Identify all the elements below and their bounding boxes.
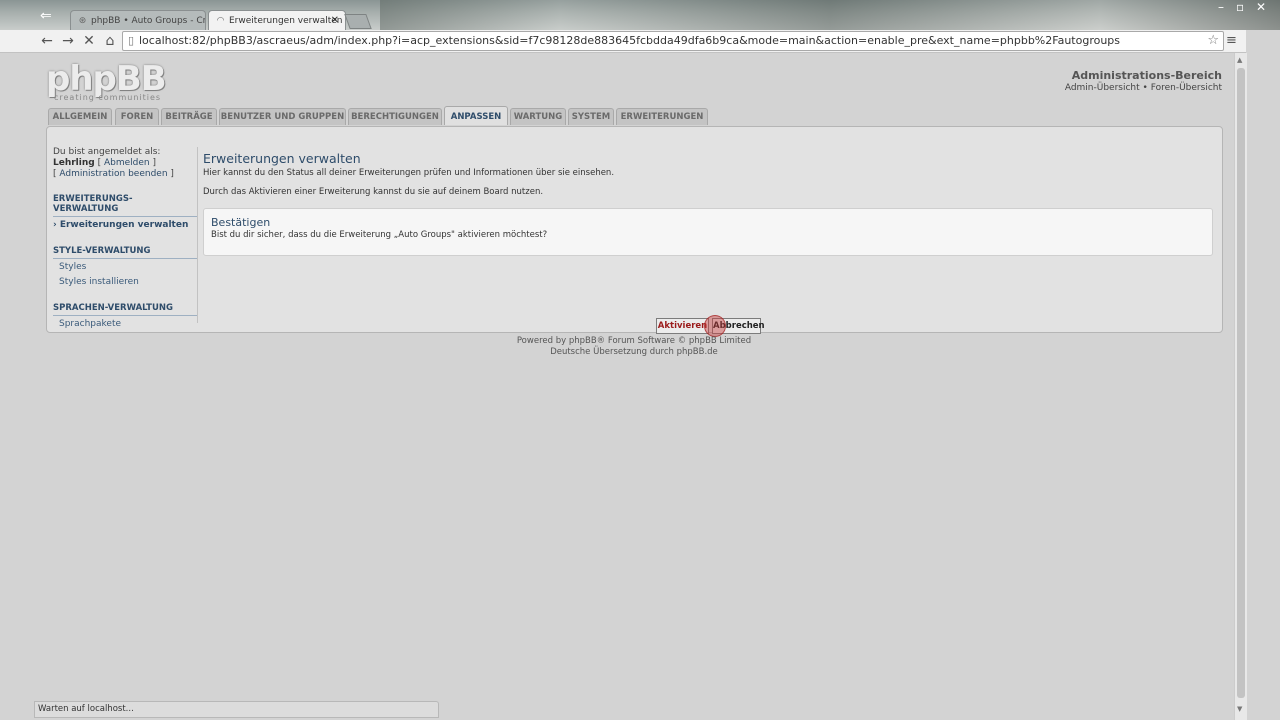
exit-admin-link[interactable]: Administration beenden: [59, 169, 167, 179]
sidebar-item-styles-installieren[interactable]: Styles installieren: [53, 274, 197, 289]
browser-toolbar: ← → ✕ ⌂ ▯ localhost:82/phpBB3/ascraeus/ad…: [0, 30, 1246, 53]
mouse-cursor-highlight: [704, 315, 726, 337]
scrollbar-thumb[interactable]: [1237, 68, 1245, 698]
stop-loading-icon[interactable]: ✕: [80, 32, 98, 50]
tab-foren[interactable]: FOREN: [115, 108, 159, 125]
browser-status-bar: Warten auf localhost...: [34, 701, 439, 718]
back-arrow-icon[interactable]: ←: [38, 32, 56, 50]
maximize-icon[interactable]: ▫: [1236, 0, 1244, 14]
confirm-box: Bestätigen Bist du dir sicher, dass du d…: [203, 208, 1213, 256]
forum-overview-link[interactable]: Foren-Übersicht: [1151, 83, 1222, 93]
intro-text-2: Durch das Aktivieren einer Erweiterung k…: [203, 187, 544, 197]
login-info: Du bist angemeldet als: Lehrling [ Abmel…: [53, 147, 197, 180]
loading-spinner-icon: ◠: [216, 16, 225, 26]
browser-back-history-icon[interactable]: ⇐: [40, 8, 62, 24]
admin-header-links: Admin-Übersicht • Foren-Übersicht: [1065, 83, 1222, 93]
footer-translation: Deutsche Übersetzung durch phpBB.de: [550, 347, 718, 357]
page-footer: Powered by phpBB® Forum Software © phpBB…: [34, 336, 1234, 358]
page-left-margin: [0, 53, 34, 720]
admin-area-title: Administrations-Bereich: [1071, 69, 1222, 82]
logo-tagline: creating communities: [54, 93, 162, 102]
confirm-title: Bestätigen: [211, 216, 271, 229]
url-text: localhost:82/phpBB3/ascraeus/adm/index.p…: [139, 34, 1121, 47]
tab-erweiterungen[interactable]: ERWEITERUNGEN: [616, 108, 708, 125]
browser-tab-phpbb-auto-groups[interactable]: ⊛ phpBB • Auto Groups - Cr: [70, 10, 206, 31]
tab-benutzer-und-gruppen[interactable]: BENUTZER UND GRUPPEN: [219, 108, 346, 125]
tab-beitraege[interactable]: BEITRÄGE: [161, 108, 217, 125]
tab-favicon-icon: ⊛: [78, 16, 87, 26]
sidebar-item-styles[interactable]: Styles: [53, 259, 197, 274]
tab-wartung[interactable]: WARTUNG: [510, 108, 566, 125]
tab-close-icon[interactable]: ✕: [331, 11, 339, 31]
logout-link[interactable]: Abmelden: [104, 158, 150, 168]
sidebar-divider: [197, 147, 198, 323]
acp-page: phpBB creating communities Administratio…: [34, 53, 1234, 720]
footer-powered-by: Powered by phpBB® Forum Software © phpBB…: [516, 336, 752, 346]
browser-tab-erweiterungen[interactable]: ◠ Erweiterungen verwalten ✕: [208, 10, 346, 31]
acp-sidebar: Du bist angemeldet als: Lehrling [ Abmel…: [53, 147, 197, 331]
sidebar-item-erweiterungen-verwalten[interactable]: › Erweiterungen verwalten: [53, 217, 197, 232]
sidebar-item-sprachpakete[interactable]: Sprachpakete: [53, 316, 197, 331]
page-icon: ▯: [127, 34, 135, 47]
scroll-up-arrow-icon[interactable]: ▲: [1237, 56, 1242, 64]
intro-text-1: Hier kannst du den Status all deiner Erw…: [203, 168, 615, 178]
scroll-down-arrow-icon[interactable]: ▼: [1237, 705, 1242, 713]
new-tab-button[interactable]: [344, 14, 372, 29]
admin-overview-link[interactable]: Admin-Übersicht: [1065, 83, 1140, 93]
tab-system[interactable]: SYSTEM: [568, 108, 614, 125]
vertical-scrollbar[interactable]: ▲ ▼: [1234, 53, 1247, 720]
page-title: Erweiterungen verwalten: [203, 151, 361, 166]
link-separator: •: [1142, 83, 1148, 93]
desktop-background: [380, 0, 1280, 30]
confirm-question: Bist du dir sicher, dass du die Erweiter…: [211, 230, 548, 240]
main-content: Erweiterungen verwalten Hier kannst du d…: [203, 151, 1213, 256]
address-bar[interactable]: ▯ localhost:82/phpBB3/ascraeus/adm/index.…: [122, 31, 1224, 51]
acp-main-panel: Du bist angemeldet als: Lehrling [ Abmel…: [46, 126, 1223, 333]
sidebar-section-erweiterungs-verwaltung: ERWEITERUNGS-VERWALTUNG: [53, 194, 197, 217]
username: Lehrling: [53, 158, 95, 168]
sidebar-section-sprachen-verwaltung: SPRACHEN-VERWALTUNG: [53, 303, 197, 316]
phpbb-logo[interactable]: phpBB creating communities: [46, 59, 167, 102]
tab-anpassen[interactable]: ANPASSEN: [444, 106, 508, 125]
sidebar-section-style-verwaltung: STYLE-VERWALTUNG: [53, 246, 197, 259]
window-close-icon[interactable]: ✕: [1256, 0, 1266, 14]
tab-allgemein[interactable]: ALLGEMEIN: [48, 108, 112, 125]
tab-berechtigungen[interactable]: BERECHTIGUNGEN: [348, 108, 442, 125]
minimize-icon[interactable]: –: [1218, 0, 1224, 14]
activate-button[interactable]: Aktivieren: [656, 318, 709, 334]
bookmark-star-icon[interactable]: ☆: [1207, 32, 1219, 50]
browser-menu-icon[interactable]: ≡: [1226, 33, 1237, 48]
forward-arrow-icon[interactable]: →: [59, 32, 77, 50]
logged-in-label: Du bist angemeldet als:: [53, 147, 161, 157]
home-icon[interactable]: ⌂: [101, 32, 119, 50]
browser-titlebar: ⇐ ⊛ phpBB • Auto Groups - Cr ◠ Erweiterung…: [0, 0, 1280, 31]
